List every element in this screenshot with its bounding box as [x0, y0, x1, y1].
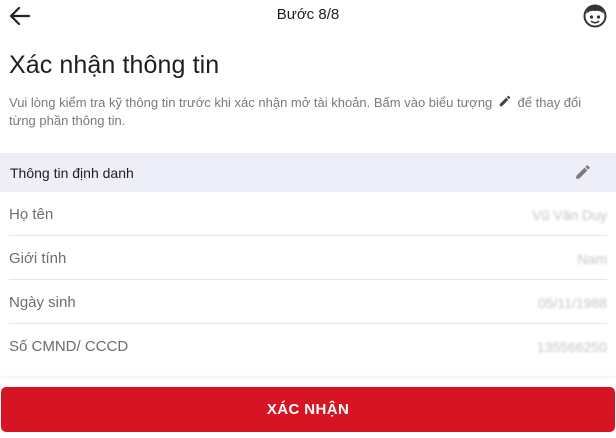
- field-row-birth-date: Ngày sinh 05/11/1988: [9, 280, 607, 324]
- section-title: Thông tin định danh: [10, 165, 134, 181]
- field-label: Giới tính: [9, 250, 67, 267]
- bottom-action-bar: XÁC NHẬN: [0, 378, 616, 438]
- field-row-id-number: Số CMND/ CCCD 135566250: [9, 324, 607, 367]
- field-value: Nam: [577, 251, 607, 267]
- edit-pencil-icon[interactable]: [574, 163, 592, 181]
- support-agent-icon[interactable]: [582, 3, 608, 29]
- identity-fields: Họ tên Vũ Văn Duy Giới tính Nam Ngày sin…: [9, 192, 607, 367]
- page-title: Xác nhận thông tin: [9, 51, 220, 79]
- instruction-text-part-1: Vui lòng kiểm tra kỹ thông tin trước khi…: [9, 95, 493, 110]
- instruction-text: Vui lòng kiểm tra kỹ thông tin trước khi…: [9, 94, 609, 129]
- identity-section-header: Thông tin định danh: [0, 153, 616, 192]
- field-label: Ngày sinh: [9, 294, 76, 311]
- confirm-button[interactable]: XÁC NHẬN: [1, 387, 615, 432]
- step-indicator: Bước 8/8: [276, 6, 340, 23]
- field-label: Số CMND/ CCCD: [9, 338, 129, 355]
- field-label: Họ tên: [9, 206, 54, 223]
- top-bar: Bước 8/8: [0, 0, 616, 34]
- field-value: Vũ Văn Duy: [532, 207, 607, 223]
- field-value: 135566250: [536, 339, 607, 355]
- field-value: 05/11/1988: [537, 295, 607, 311]
- field-row-gender: Giới tính Nam: [9, 236, 607, 280]
- field-row-full-name: Họ tên Vũ Văn Duy: [9, 192, 607, 236]
- pencil-icon: [499, 95, 511, 107]
